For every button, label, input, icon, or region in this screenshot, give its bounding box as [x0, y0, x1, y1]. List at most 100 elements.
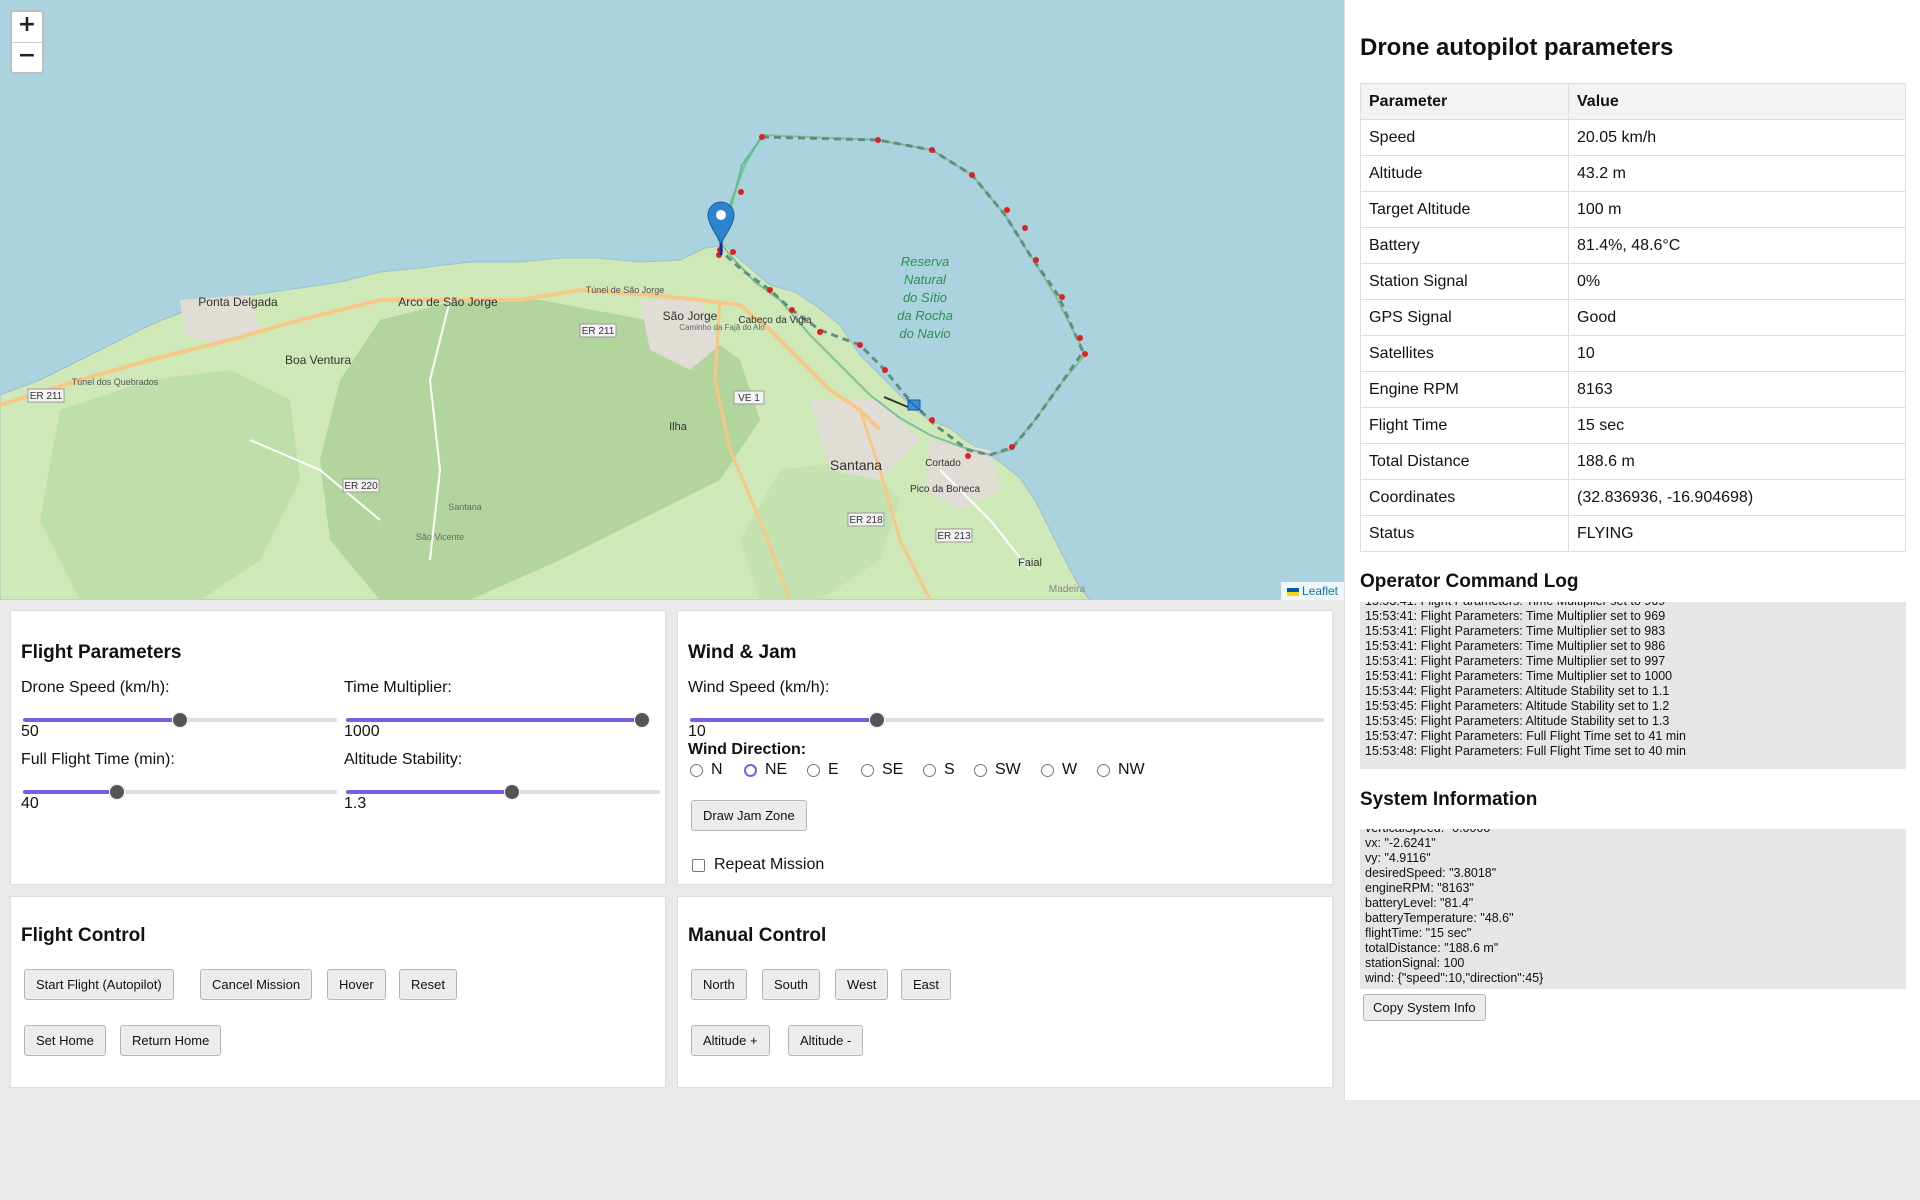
map-view[interactable]: Ponta Delgada Arco de São Jorge São Jorg…: [0, 0, 1344, 600]
param-name: Battery: [1360, 227, 1569, 264]
return-home-button[interactable]: Return Home: [120, 1025, 222, 1056]
sysinfo-line: stationSignal: 100: [1365, 956, 1465, 970]
repeat-mission-checkbox[interactable]: [692, 859, 705, 872]
param-value: 8163: [1568, 371, 1906, 408]
flight-parameters-panel: Flight Parameters Drone Speed (km/h): 50…: [10, 610, 666, 885]
road-label: São Vicente: [416, 532, 464, 542]
column-header: Value: [1568, 83, 1906, 120]
wind-dir-nw[interactable]: NW: [1097, 761, 1145, 779]
wind-speed-label: Wind Speed (km/h):: [688, 679, 830, 696]
command-log[interactable]: 15:53:41: Flight Parameters: Time Multip…: [1360, 602, 1906, 769]
slider-thumb[interactable]: [172, 712, 188, 728]
param-name: Total Distance: [1360, 443, 1569, 480]
ukraine-flag-icon: [1286, 587, 1299, 596]
table-row: Target Altitude 100 m: [1360, 191, 1906, 228]
param-name: Status: [1360, 515, 1569, 552]
zoom-out-button[interactable]: −: [12, 42, 42, 72]
sysinfo-line: batteryLevel: "81.4": [1365, 896, 1474, 910]
road-shield: VE 1: [738, 393, 760, 404]
copy-system-info-button[interactable]: Copy System Info: [1363, 994, 1486, 1021]
param-name: Station Signal: [1360, 263, 1569, 300]
log-line: 15:53:48: Flight Parameters: Full Flight…: [1365, 744, 1686, 758]
command-log-title: Operator Command Log: [1360, 571, 1579, 592]
slider-thumb[interactable]: [109, 784, 126, 800]
altitude-stability-slider[interactable]: [346, 782, 660, 802]
slider-thumb[interactable]: [634, 712, 650, 728]
road-shield: ER 213: [937, 531, 971, 542]
set-home-button[interactable]: Set Home: [24, 1025, 106, 1056]
table-row: Coordinates (32.836936, -16.904698): [1360, 479, 1906, 516]
sysinfo-line: wind: {"speed":10,"direction":45}: [1365, 971, 1544, 985]
table-row: Battery 81.4%, 48.6°C: [1360, 227, 1906, 264]
road-label: Túnel dos Quebrados: [72, 377, 159, 387]
place-label: Boa Ventura: [285, 353, 351, 367]
north-button[interactable]: North: [691, 969, 747, 1000]
road-label: Caminho da Fajã do Alo: [679, 323, 765, 332]
manual-control-panel: Manual Control North South West East Alt…: [677, 896, 1333, 1088]
wind-dir-s[interactable]: S: [923, 761, 955, 779]
panel-title: Wind & Jam: [688, 642, 797, 663]
wind-dir-sw[interactable]: SW: [974, 761, 1021, 779]
slider-thumb[interactable]: [869, 712, 886, 728]
draw-jam-zone-button[interactable]: Draw Jam Zone: [691, 800, 807, 831]
south-button[interactable]: South: [762, 969, 820, 1000]
cancel-mission-button[interactable]: Cancel Mission: [200, 969, 313, 1000]
param-value: Good: [1568, 299, 1906, 336]
log-line: 15:53:45: Flight Parameters: Altitude St…: [1365, 714, 1670, 728]
wind-dir-n[interactable]: N: [690, 761, 723, 779]
road-shield: ER 220: [344, 481, 378, 492]
time-multiplier-label: Time Multiplier:: [344, 679, 452, 696]
system-info-box[interactable]: verticalSpeed: "0.0000"vx: "-2.6241"vy: …: [1360, 829, 1906, 989]
time-multiplier-slider[interactable]: [346, 710, 650, 730]
reserve-label: Reserva: [901, 254, 949, 269]
altitude-down-button[interactable]: Altitude -: [788, 1025, 864, 1056]
drone-speed-slider[interactable]: [23, 710, 337, 730]
altitude-up-button[interactable]: Altitude +: [691, 1025, 770, 1056]
panel-title: Manual Control: [688, 925, 827, 946]
west-button[interactable]: West: [835, 969, 889, 1000]
road-shield: ER 211: [582, 326, 615, 337]
reserve-label: da Rocha: [897, 308, 953, 323]
full-flight-time-slider[interactable]: [23, 782, 337, 802]
sysinfo-line: verticalSpeed: "0.0000": [1365, 829, 1901, 836]
altitude-stability-value: 1.3: [344, 795, 367, 812]
hover-button[interactable]: Hover: [327, 969, 386, 1000]
param-name: GPS Signal: [1360, 299, 1569, 336]
zoom-in-button[interactable]: +: [12, 12, 42, 42]
log-line: 15:53:47: Flight Parameters: Full Flight…: [1365, 729, 1686, 743]
param-value: (32.836936, -16.904698): [1568, 479, 1906, 516]
wind-dir-se[interactable]: SE: [861, 761, 903, 779]
table-row: Speed 20.05 km/h: [1360, 119, 1906, 156]
full-flight-time-label: Full Flight Time (min):: [21, 751, 175, 768]
wind-dir-w[interactable]: W: [1041, 761, 1077, 779]
param-value: 43.2 m: [1568, 155, 1906, 192]
sysinfo-line: batteryTemperature: "48.6": [1365, 911, 1514, 925]
place-label: Santana: [830, 457, 882, 473]
sysinfo-line: flightTime: "15 sec": [1365, 926, 1472, 940]
drone-marker-icon: [905, 397, 923, 413]
log-line: 15:53:41: Flight Parameters: Time Multip…: [1365, 669, 1673, 683]
time-multiplier-value: 1000: [344, 723, 380, 740]
table-row: Station Signal 0%: [1360, 263, 1906, 300]
east-button[interactable]: East: [901, 969, 952, 1000]
reset-button[interactable]: Reset: [399, 969, 457, 1000]
map-canvas: Ponta Delgada Arco de São Jorge São Jorg…: [0, 133, 1091, 600]
zoom-control: + −: [10, 10, 44, 74]
param-value: 188.6 m: [1568, 443, 1906, 480]
leaflet-link[interactable]: Leaflet: [1302, 584, 1338, 598]
param-value: 15 sec: [1568, 407, 1906, 444]
param-value: 20.05 km/h: [1568, 119, 1906, 156]
wind-dir-e[interactable]: E: [807, 761, 839, 779]
log-line: 15:53:41: Flight Parameters: Time Multip…: [1365, 602, 1901, 609]
slider-thumb[interactable]: [503, 784, 520, 800]
flight-control-panel: Flight Control Start Flight (Autopilot) …: [10, 896, 666, 1088]
start-flight-button[interactable]: Start Flight (Autopilot): [24, 969, 174, 1000]
param-name: Engine RPM: [1360, 371, 1569, 408]
sysinfo-line: vy: "4.9116": [1365, 851, 1431, 865]
table-row: Total Distance 188.6 m: [1360, 443, 1906, 480]
wind-speed-slider[interactable]: [690, 710, 1324, 730]
wind-dir-ne[interactable]: NE: [744, 761, 787, 779]
sidebar-title: Drone autopilot parameters: [1360, 34, 1674, 61]
panel-title: Flight Control: [21, 925, 146, 946]
road-label: Santana: [448, 502, 482, 512]
